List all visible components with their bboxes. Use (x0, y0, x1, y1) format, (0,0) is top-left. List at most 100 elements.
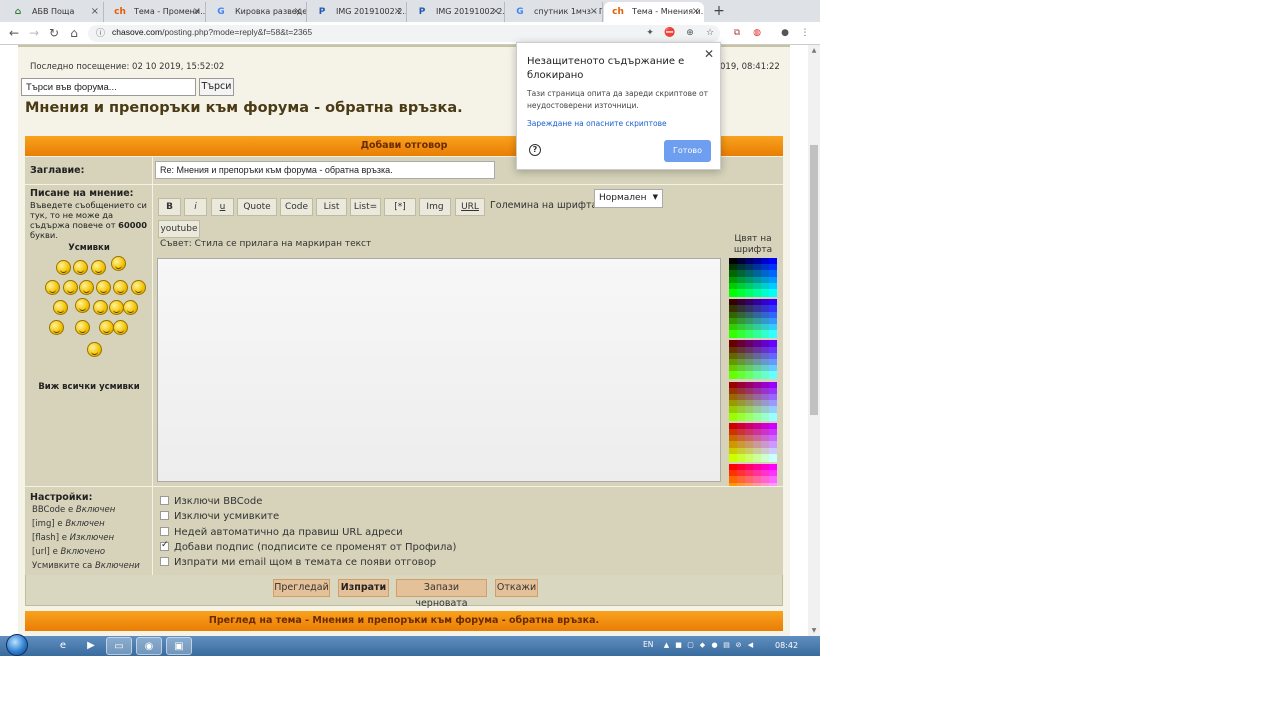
browser-tab[interactable]: ch Тема - Мнения и... × (604, 2, 704, 22)
smiley-icon[interactable] (87, 342, 102, 357)
youtube-button[interactable]: youtube (158, 220, 200, 238)
scrollbar-thumb[interactable] (810, 145, 818, 415)
format-button-url[interactable]: URL (455, 198, 485, 216)
close-tab-icon[interactable]: × (692, 2, 700, 21)
app-window-icon[interactable]: ▣ (166, 637, 192, 655)
color-swatch[interactable] (753, 412, 761, 421)
adblock-icon[interactable]: ◍ (750, 26, 764, 40)
close-tab-icon[interactable]: × (91, 2, 99, 21)
checkbox[interactable] (160, 511, 169, 521)
cancel-button[interactable]: Откажи (495, 579, 538, 597)
color-swatch[interactable] (729, 289, 737, 297)
smiley-icon[interactable] (111, 256, 126, 271)
tray-app-icon[interactable]: ■ (674, 641, 683, 650)
format-button-list[interactable]: List (316, 198, 347, 216)
color-swatch[interactable] (769, 330, 777, 339)
color-swatch[interactable] (769, 289, 777, 297)
color-swatch[interactable] (769, 453, 777, 462)
message-textarea[interactable] (157, 258, 721, 482)
tray-antivirus-icon[interactable]: ● (710, 641, 719, 650)
color-swatch[interactable] (745, 330, 753, 339)
scroll-up-icon[interactable]: ▲ (810, 47, 818, 54)
color-swatch[interactable] (761, 289, 769, 297)
tray-usb-icon[interactable]: ◆ (698, 641, 707, 650)
smiley-icon[interactable] (109, 300, 124, 315)
browser-tab[interactable]: P IMG 20191002 2... × (408, 2, 505, 22)
color-swatch[interactable] (729, 412, 737, 421)
reload-icon[interactable]: ↻ (46, 25, 62, 41)
search-button[interactable]: Търси (199, 78, 234, 96)
forward-icon[interactable]: → (26, 25, 42, 41)
bookmark-star-icon[interactable]: ☆ (703, 26, 717, 40)
smiley-icon[interactable] (79, 280, 94, 295)
tray-arrow-icon[interactable]: ▲ (662, 641, 671, 650)
ie-icon[interactable]: e (50, 637, 76, 655)
new-tab-button[interactable]: + (710, 2, 728, 20)
submit-button[interactable]: Изпрати (338, 579, 389, 597)
color-swatch[interactable] (761, 371, 769, 380)
smiley-icon[interactable] (73, 260, 88, 275)
profile-icon[interactable]: ● (778, 26, 792, 40)
browser-tab[interactable]: P IMG 20191002 2... × (308, 2, 407, 22)
smiley-icon[interactable] (75, 298, 90, 313)
color-swatch[interactable] (769, 371, 777, 380)
color-swatch[interactable] (737, 371, 745, 380)
tray-volume-icon[interactable]: ◀ (746, 641, 755, 650)
color-swatch[interactable] (761, 412, 769, 421)
color-swatch[interactable] (745, 453, 753, 462)
color-swatch[interactable] (753, 453, 761, 462)
color-swatch[interactable] (729, 330, 737, 339)
font-size-select[interactable]: Нормален ▼ (594, 189, 663, 208)
format-button-code[interactable]: Code (280, 198, 313, 216)
media-player-icon[interactable]: ▶ (78, 637, 104, 655)
color-swatch[interactable] (753, 330, 761, 339)
close-tab-icon[interactable]: × (590, 2, 598, 21)
zoom-icon[interactable]: ⊕ (683, 26, 697, 40)
close-tab-icon[interactable]: × (193, 2, 201, 21)
color-swatch[interactable] (737, 289, 745, 297)
color-swatch[interactable] (737, 412, 745, 421)
info-icon[interactable]: ⓘ (96, 26, 105, 39)
checkbox[interactable] (160, 540, 169, 551)
checkbox[interactable] (160, 526, 169, 536)
tray-monitor-icon[interactable]: ▢ (686, 641, 695, 650)
option-checkbox-row[interactable]: Изпрати ми email щом в темата се появи о… (160, 557, 436, 568)
format-button-i[interactable]: i (184, 198, 207, 216)
smiley-icon[interactable] (56, 260, 71, 275)
load-unsafe-scripts-link[interactable]: Зареждане на опасните скриптове (527, 119, 667, 128)
color-swatch[interactable] (729, 453, 737, 462)
smiley-icon[interactable] (91, 260, 106, 275)
smiley-icon[interactable] (53, 300, 68, 315)
save-draft-button[interactable]: Запази черновата (396, 579, 487, 609)
color-swatch[interactable] (769, 412, 777, 421)
preview-button[interactable]: Прегледай (273, 579, 330, 597)
subject-input[interactable] (155, 161, 495, 179)
color-swatch[interactable] (745, 371, 753, 380)
color-swatch[interactable] (753, 289, 761, 297)
chrome-icon[interactable]: ◉ (136, 637, 162, 655)
extension-icon[interactable]: ✦ (643, 26, 657, 40)
start-button-icon[interactable] (6, 634, 28, 656)
color-swatch[interactable] (737, 330, 745, 339)
smiley-icon[interactable] (113, 280, 128, 295)
color-swatch[interactable] (729, 371, 737, 380)
checkbox[interactable] (160, 557, 169, 567)
format-button-[interactable]: [*] (384, 198, 416, 216)
option-checkbox-row[interactable]: Изключи BBCode (160, 496, 262, 507)
color-swatch[interactable] (745, 412, 753, 421)
color-swatch[interactable] (753, 371, 761, 380)
tray-network-icon[interactable]: ▤ (722, 641, 731, 650)
close-tab-icon[interactable]: × (294, 2, 302, 21)
smiley-icon[interactable] (93, 300, 108, 315)
help-icon[interactable]: ? (529, 144, 541, 156)
address-bar[interactable]: ⓘ chasove.com/posting.php?mode=reply&f=5… (88, 25, 720, 42)
explorer-icon[interactable]: ▭ (106, 637, 132, 655)
browser-tab[interactable]: GКировка разведени...× (207, 2, 307, 22)
blocked-content-icon[interactable]: ⛔ (663, 26, 677, 40)
back-icon[interactable]: ← (6, 25, 22, 41)
smiley-icon[interactable] (45, 280, 60, 295)
smiley-icon[interactable] (75, 320, 90, 335)
view-all-smilies-link[interactable]: Виж всички усмивки (25, 382, 153, 392)
option-checkbox-row[interactable]: Изключи усмивките (160, 511, 279, 522)
color-swatch[interactable] (745, 289, 753, 297)
